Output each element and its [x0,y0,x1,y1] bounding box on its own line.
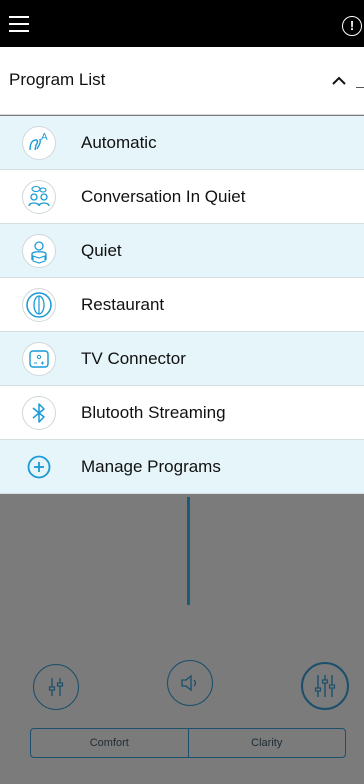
list-item-label: Quiet [81,241,122,260]
list-item-label: Restaurant [81,295,165,314]
automatic-icon: A [22,126,56,160]
advanced-equalizer-button[interactable] [301,662,349,710]
conversation-icon [22,180,56,214]
divider [356,87,364,88]
dimmed-background-controls: Comfort Clarity [0,497,364,784]
list-item-label: Blutooth Streaming [81,403,226,422]
comfort-option[interactable]: Comfort [31,729,188,757]
quiet-reading-icon [22,234,56,268]
tv-connector-icon [22,342,56,376]
list-item-manage-programs[interactable]: Manage Programs [0,440,364,494]
restaurant-icon [22,288,56,322]
clarity-option[interactable]: Clarity [187,729,346,757]
multi-sliders-icon [314,675,336,697]
speaker-icon [181,674,197,692]
list-item-quiet[interactable]: Quiet [0,224,364,278]
sliders-icon [48,678,64,696]
list-item-bluetooth-streaming[interactable]: Blutooth Streaming [0,386,364,440]
comfort-clarity-toggle: Comfort Clarity [30,728,346,758]
alert-icon[interactable]: ! [342,16,362,36]
page-title: Program List [9,70,106,89]
list-item-label: Conversation In Quiet [81,187,246,206]
list-item-automatic[interactable]: A Automatic [0,116,364,170]
hamburger-menu-icon[interactable] [9,16,29,32]
list-item-conversation-in-quiet[interactable]: Conversation In Quiet [0,170,364,224]
program-list: A Automatic Conversation In Quiet Quiet [0,116,364,494]
top-bar: ! [0,0,364,47]
bluetooth-icon [22,396,56,430]
speaker-button[interactable] [167,660,213,706]
add-circle-icon [22,450,56,484]
list-item-tv-connector[interactable]: TV Connector [0,332,364,386]
list-item-label: TV Connector [81,349,186,368]
svg-text:A: A [41,132,48,143]
equalizer-button[interactable] [33,664,79,710]
volume-slider-track[interactable] [187,497,190,605]
list-item-label: Automatic [81,133,157,152]
list-item-restaurant[interactable]: Restaurant [0,278,364,332]
chevron-up-icon[interactable] [330,72,348,90]
program-list-header[interactable]: Program List [0,47,364,115]
list-item-label: Manage Programs [81,457,221,476]
